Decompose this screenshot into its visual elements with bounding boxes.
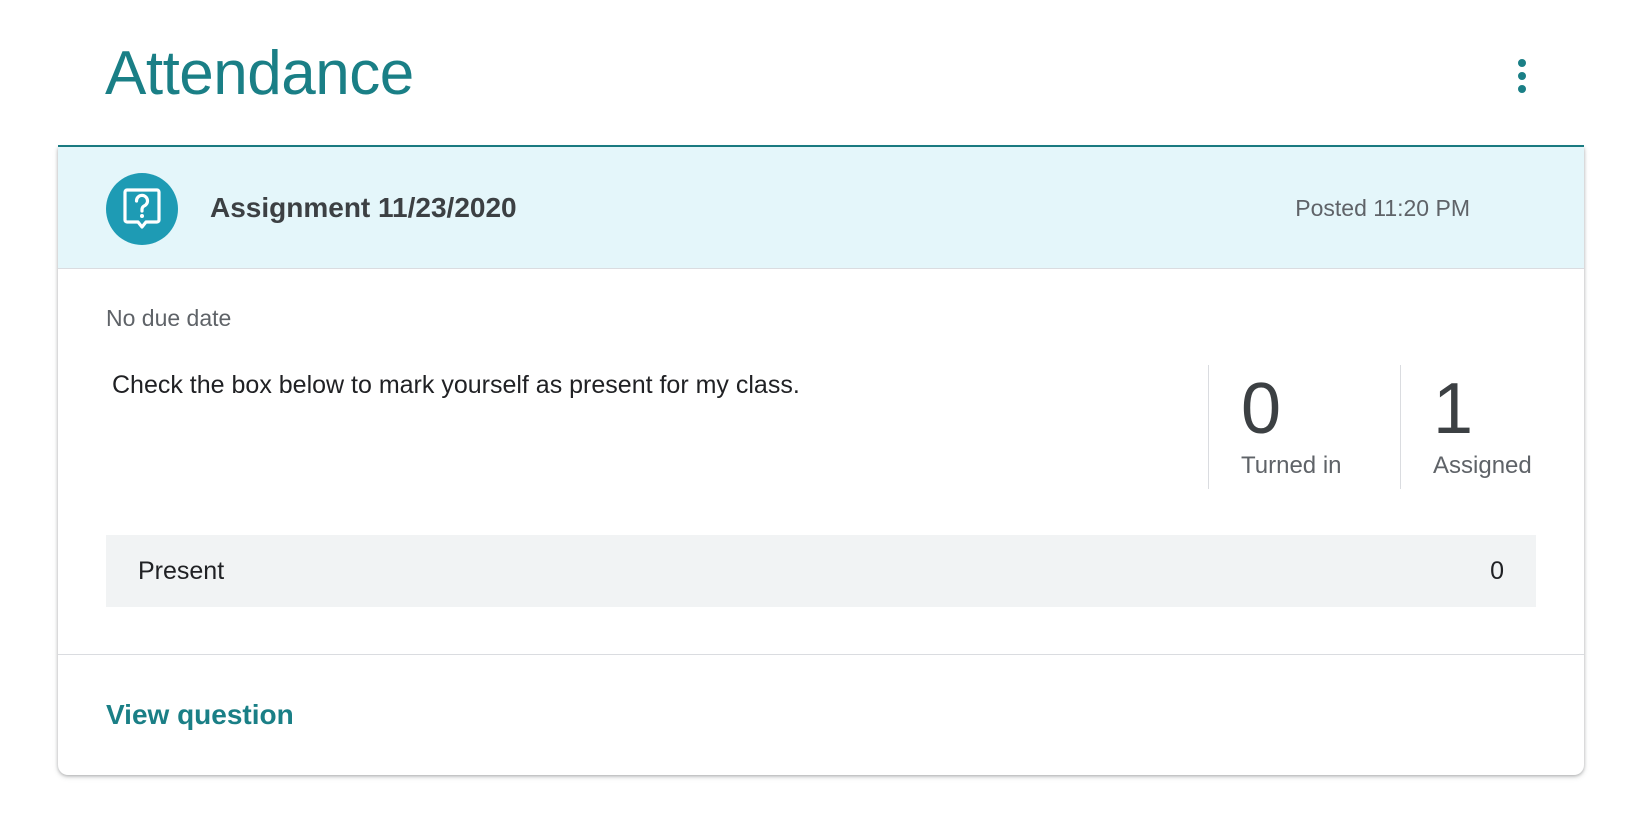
- due-date: No due date: [106, 305, 232, 331]
- assignment-card: Assignment 11/23/2020 Posted 11:20 PM No…: [58, 147, 1584, 775]
- topic-header: Attendance: [58, 0, 1584, 147]
- answer-option-row[interactable]: Present 0: [106, 535, 1536, 607]
- assignment-header[interactable]: Assignment 11/23/2020 Posted 11:20 PM: [58, 147, 1584, 269]
- assigned-label: Assigned: [1433, 452, 1532, 479]
- question-answer-icon: [106, 173, 178, 245]
- topic-title: Attendance: [105, 39, 414, 108]
- posted-time: Posted 11:20 PM: [1295, 195, 1470, 221]
- assignment-title: Assignment 11/23/2020: [210, 192, 517, 223]
- assignment-description: Check the box below to mark yourself as …: [112, 371, 800, 399]
- turned-in-stat[interactable]: 0 Turned in: [1208, 365, 1400, 489]
- answer-option-count: 0: [1490, 557, 1504, 585]
- classwork-page: Attendance Assignment 11/23/2020 Posted …: [0, 0, 1630, 820]
- more-vert-icon: [1518, 59, 1526, 93]
- more-options-button[interactable]: [1498, 48, 1546, 104]
- turned-in-label: Turned in: [1241, 452, 1342, 479]
- view-question-link[interactable]: View question: [106, 697, 294, 733]
- answer-option-label: Present: [138, 557, 225, 585]
- assigned-count: 1: [1433, 369, 1474, 449]
- assigned-stat[interactable]: 1 Assigned: [1400, 365, 1570, 489]
- turned-in-count: 0: [1241, 369, 1282, 449]
- card-divider: [58, 654, 1584, 655]
